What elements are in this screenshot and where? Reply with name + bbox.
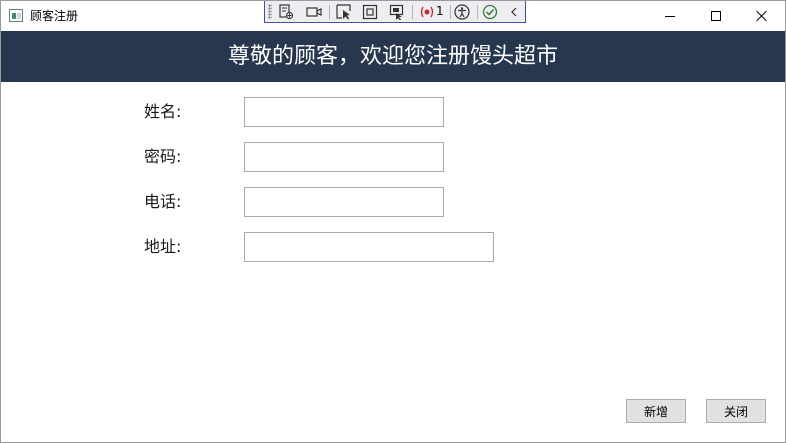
record-icon[interactable] — [305, 3, 323, 21]
live-visual-tree-icon[interactable] — [277, 3, 295, 21]
debug-toolbar: 1 — [264, 1, 526, 23]
accessibility-icon[interactable] — [453, 3, 471, 21]
name-label: 姓名: — [144, 102, 182, 121]
close-icon — [756, 10, 768, 22]
app-window-icon — [9, 9, 23, 22]
page-title: 尊敬的顾客，欢迎您注册馒头超市 — [227, 43, 558, 69]
select-element-icon[interactable] — [335, 3, 353, 21]
binding-failure-count: 1 — [436, 4, 444, 18]
window-title: 顾客注册 — [30, 9, 79, 23]
binding-failures-icon[interactable] — [418, 3, 436, 21]
address-input[interactable] — [244, 232, 494, 262]
close-window-button[interactable] — [739, 1, 785, 31]
minimize-button[interactable] — [647, 1, 693, 31]
add-button[interactable]: 新增 — [626, 399, 686, 423]
password-input[interactable] — [244, 142, 444, 172]
minimize-icon — [665, 15, 675, 17]
close-button[interactable]: 关闭 — [706, 399, 766, 423]
password-label: 密码: — [144, 147, 182, 166]
toolbar-grip-icon[interactable] — [268, 4, 272, 19]
main-window: 顾客注册 1 尊敬的顾客，欢迎您注册馒头超市 姓名: 密码: 电话: 地址: 新… — [0, 0, 786, 443]
name-input[interactable] — [244, 97, 444, 127]
address-label: 地址: — [144, 237, 182, 256]
maximize-icon — [711, 11, 721, 21]
track-focus-icon[interactable] — [388, 3, 406, 21]
display-layout-adorners-icon[interactable] — [361, 3, 379, 21]
collapse-chevron-icon[interactable] — [505, 3, 523, 21]
maximize-button[interactable] — [693, 1, 739, 31]
phone-label: 电话: — [144, 192, 182, 211]
header-banner: 尊敬的顾客，欢迎您注册馒头超市 — [1, 31, 785, 82]
phone-input[interactable] — [244, 187, 444, 217]
hot-reload-ok-icon[interactable] — [481, 3, 499, 21]
